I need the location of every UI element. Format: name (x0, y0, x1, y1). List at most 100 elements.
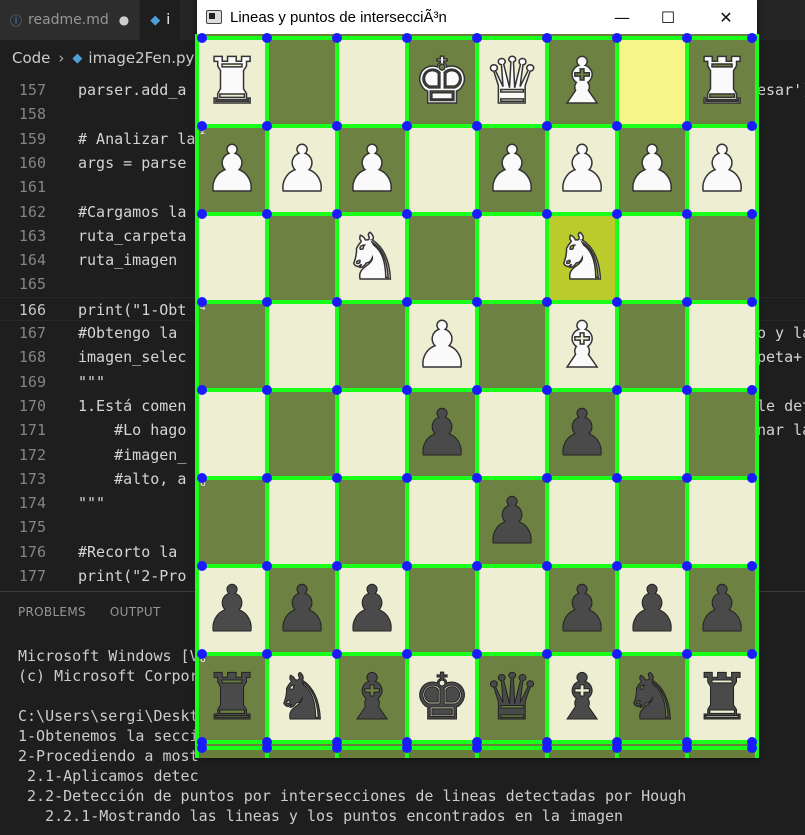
intersection-point (262, 121, 272, 131)
code-text: #Obtengo la (78, 324, 187, 342)
board-square (407, 214, 477, 302)
board-square: ♟ (687, 566, 757, 654)
board-square: ♝ (547, 302, 617, 390)
intersection-point (612, 473, 622, 483)
white-rook-icon: ♜ (203, 45, 262, 119)
line-number: 165 (18, 275, 46, 294)
tab-readme[interactable]: ⓘ readme.md ● (0, 0, 141, 40)
black-knight-icon: ♞ (623, 661, 681, 735)
intersection-point (682, 743, 692, 753)
intersection-point (332, 561, 342, 571)
intersection-point (262, 561, 272, 571)
board-square (617, 478, 687, 566)
intersection-point (402, 743, 412, 753)
board-square (337, 478, 407, 566)
code-text: #Recorto la (78, 542, 187, 561)
line-number: 160 (18, 153, 46, 172)
line-number: 166 (18, 300, 46, 319)
intersection-point (612, 209, 622, 219)
maximize-button[interactable]: ☐ (641, 0, 695, 34)
tab-label: readme.md (28, 12, 109, 28)
white-queen-icon: ♛ (483, 45, 542, 119)
board-square: ♟ (337, 566, 407, 654)
intersection-point (472, 209, 482, 219)
intersection-point (262, 473, 272, 483)
board-square (267, 214, 337, 302)
white-pawn-icon: ♟ (553, 133, 612, 207)
black-knight-icon: ♞ (273, 661, 331, 735)
breadcrumb-folder[interactable]: Code (12, 49, 50, 67)
intersection-point (542, 385, 552, 395)
black-pawn-icon: ♟ (413, 397, 471, 471)
tab-label: i (166, 12, 171, 28)
intersection-point (197, 209, 207, 219)
board-square (617, 390, 687, 478)
code-text: #alto, a (78, 469, 187, 488)
code-text-tail: le det (757, 396, 805, 415)
intersection-point (747, 743, 757, 753)
breadcrumb-file[interactable]: image2Fen.py (88, 49, 194, 67)
tab-image2fen[interactable]: ◆ i (140, 0, 182, 40)
intersection-point (197, 473, 207, 483)
window-titlebar[interactable]: Lineas y puntos de intersecciÃ³n — ☐ ✕ (197, 0, 757, 34)
board-square (687, 302, 757, 390)
black-rook-icon: ♜ (203, 661, 261, 735)
window-app-icon (206, 10, 222, 24)
intersection-point (262, 743, 272, 753)
board-square (337, 302, 407, 390)
intersection-point (197, 33, 207, 43)
line-number: 164 (18, 251, 46, 270)
chess-board-image: ♜ 1 ♚ ♛ ♝ ♜ ♟ 2 ♟ ♟ ♟ ♟ ♟ ♟ 3 ♞ ♞ 4 ♟ ♝ 5 ♟ ♟ 6 ♟ ♟ 7 ♟ ♟ ♟ ♟ ♟ ♜ 8 ♞ ♝ ♚ ♛ ♝ ♞… (195, 33, 759, 758)
modified-dot-icon: ● (118, 13, 130, 27)
board-square: ♟ (617, 126, 687, 214)
black-pawn-icon: ♟ (343, 573, 401, 647)
white-knight-icon: ♞ (343, 221, 402, 295)
tab-problems[interactable]: PROBLEMS (18, 605, 86, 619)
intersection-point (612, 297, 622, 307)
board-square (477, 566, 547, 654)
white-bishop-icon: ♝ (553, 309, 612, 383)
board-square: ♝ (547, 38, 617, 126)
line-number: 162 (18, 202, 46, 221)
board-square (687, 478, 757, 566)
black-bishop-icon: ♝ (343, 661, 401, 735)
terminal-line: 2.2.1-Mostrando las lineas y los puntos … (18, 807, 624, 825)
board-square: ♞ (337, 214, 407, 302)
board-square: ♜ (687, 654, 757, 742)
board-square: ♟ (407, 302, 477, 390)
intersection-point (402, 33, 412, 43)
white-pawn-icon: ♟ (483, 133, 542, 207)
intersection-point (472, 385, 482, 395)
board-square: ♟ (267, 566, 337, 654)
intersection-point (542, 473, 552, 483)
black-pawn-icon: ♟ (693, 573, 751, 647)
line-number: 163 (18, 226, 46, 245)
intersection-point (332, 121, 342, 131)
board-square: ♟ (477, 126, 547, 214)
chess-image-window: Lineas y puntos de intersecciÃ³n — ☐ ✕ ♜… (195, 0, 759, 758)
intersection-point (682, 385, 692, 395)
board-square: ♟ (267, 126, 337, 214)
board-square: ♟ (617, 566, 687, 654)
intersection-point (402, 473, 412, 483)
intersection-point (682, 209, 692, 219)
code-text: print("2-Pro (78, 567, 187, 585)
intersection-point (682, 473, 692, 483)
board-square: ♞ (617, 654, 687, 742)
intersection-point (612, 743, 622, 753)
line-number: 169 (18, 372, 46, 391)
tab-output[interactable]: OUTPUT (110, 605, 161, 619)
line-number: 174 (18, 494, 46, 513)
white-rook-icon: ♜ (693, 45, 752, 119)
close-button[interactable]: ✕ (699, 0, 753, 34)
intersection-point (332, 209, 342, 219)
intersection-point (612, 561, 622, 571)
black-pawn-icon: ♟ (623, 573, 681, 647)
board-square (477, 214, 547, 302)
code-text-tail: o y la (757, 324, 805, 342)
board-square (617, 214, 687, 302)
intersection-point (262, 209, 272, 219)
board-square (477, 302, 547, 390)
white-pawn-icon: ♟ (413, 309, 472, 383)
board-square (407, 566, 477, 654)
